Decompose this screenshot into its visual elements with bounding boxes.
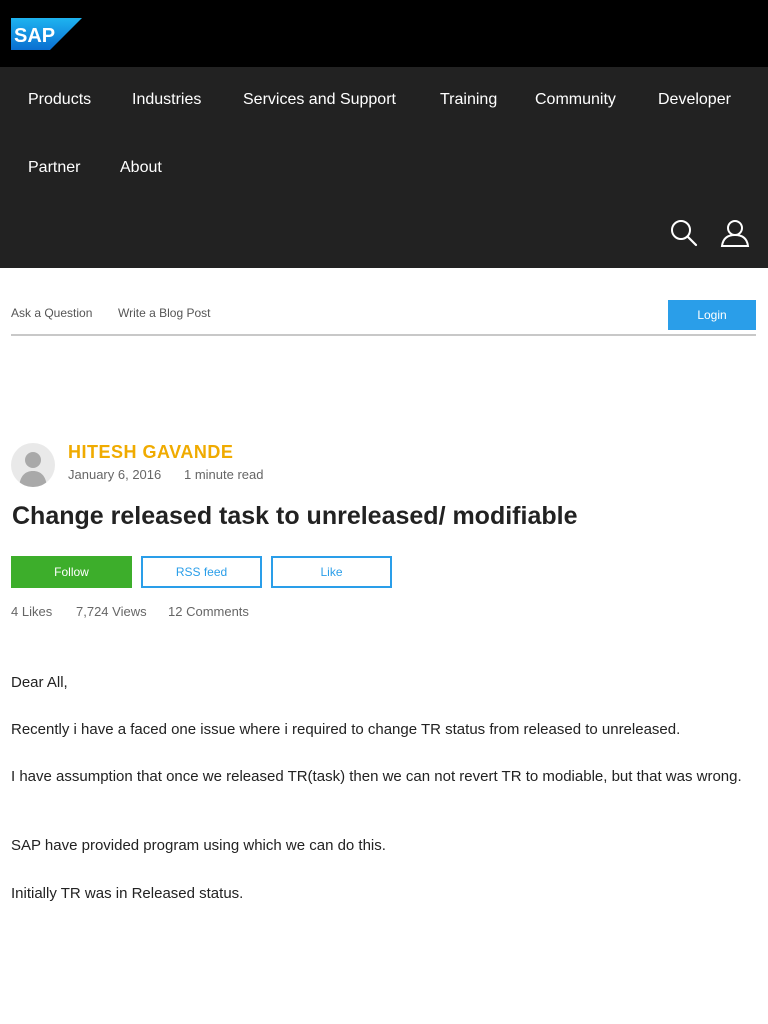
read-time: 1 minute read — [184, 467, 264, 482]
body-paragraph: SAP have provided program using which we… — [11, 837, 386, 854]
views-count: 7,724 Views — [76, 604, 147, 619]
nav-item-industries[interactable]: Industries — [132, 91, 201, 109]
page-title: Change released task to unreleased/ modi… — [12, 502, 578, 530]
body-paragraph: Dear All, — [11, 674, 68, 691]
follow-button[interactable]: Follow — [11, 556, 132, 588]
user-icon[interactable] — [720, 218, 750, 248]
rss-feed-button[interactable]: RSS feed — [141, 556, 262, 588]
avatar[interactable] — [11, 443, 55, 487]
nav-item-developer[interactable]: Developer — [658, 91, 731, 109]
body-paragraph: Recently i have a faced one issue where … — [11, 721, 681, 738]
search-icon[interactable] — [669, 218, 699, 248]
body-paragraph: I have assumption that once we released … — [11, 768, 742, 785]
author-name[interactable]: HITESH GAVANDE — [68, 442, 233, 463]
login-button[interactable]: Login — [668, 300, 756, 330]
nav-item-products[interactable]: Products — [28, 91, 91, 109]
nav-item-about[interactable]: About — [120, 159, 162, 177]
nav-item-partner[interactable]: Partner — [28, 159, 80, 177]
divider — [11, 334, 756, 336]
person-placeholder-icon — [19, 452, 47, 487]
body-paragraph: Initially TR was in Released status. — [11, 885, 244, 902]
likes-count[interactable]: 4 Likes — [11, 604, 52, 619]
nav-item-training[interactable]: Training — [440, 91, 497, 109]
svg-text:SAP: SAP — [14, 25, 55, 47]
nav-item-community[interactable]: Community — [535, 91, 616, 109]
main-nav: Products Industries Services and Support… — [0, 67, 768, 268]
comments-count[interactable]: 12 Comments — [168, 604, 249, 619]
like-button[interactable]: Like — [271, 556, 392, 588]
top-bar: SAP — [0, 0, 768, 67]
ask-question-link[interactable]: Ask a Question — [11, 306, 92, 320]
write-blog-post-link[interactable]: Write a Blog Post — [118, 306, 210, 320]
sap-logo[interactable]: SAP — [11, 18, 82, 50]
post-date: January 6, 2016 — [68, 467, 162, 482]
nav-item-services-and-support[interactable]: Services and Support — [243, 91, 396, 109]
